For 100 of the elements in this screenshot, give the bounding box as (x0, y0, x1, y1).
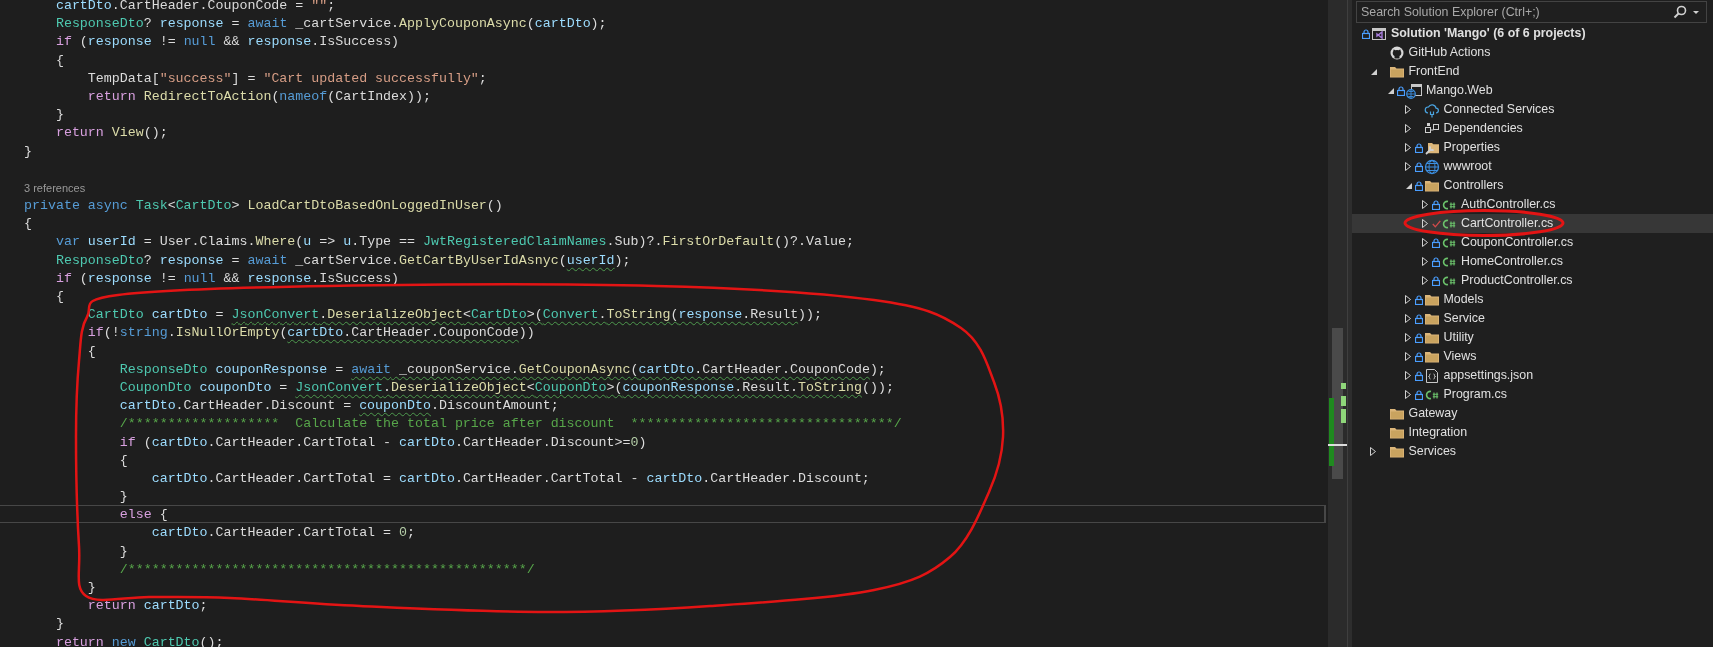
expanded-arrow-icon[interactable] (1404, 181, 1413, 190)
tree-item[interactable]: Dependencies (1352, 119, 1713, 138)
code-line: CartDto cartDto = JsonConvert.DeserializeObject<CartDto>(Convert.ToString(response.Result)); (86, 307, 823, 323)
code-line: return cartDto; (86, 598, 208, 614)
circle-logo-icon (1388, 44, 1405, 61)
tree-item[interactable]: Utility (1352, 328, 1713, 347)
code-line: ResponseDto couponResponse = await _couponService.GetCouponAsync(cartDto.CartHeader.CouponCode); (118, 361, 886, 377)
expand-arrow-icon[interactable] (1404, 162, 1411, 171)
tree-item[interactable]: Views (1352, 347, 1713, 366)
code-line: } (118, 543, 128, 559)
tree-item[interactable]: Program.cs (1352, 385, 1713, 404)
expand-arrow-icon[interactable] (1422, 238, 1428, 247)
expand-arrow-icon[interactable] (1404, 295, 1411, 304)
expand-arrow-icon[interactable] (1404, 371, 1411, 380)
cloud-plug-icon (1423, 101, 1440, 118)
change-marker (1329, 398, 1334, 466)
search-box[interactable]: Search Solution Explorer (Ctrl+;) (1356, 1, 1707, 23)
reference-count[interactable]: 3 references (24, 177, 86, 198)
scrollbar[interactable] (1328, 0, 1347, 647)
code-line: ResponseDto? response = await _cartService.GetCartByUserIdAsnyc(userId); (54, 252, 631, 268)
tree-item[interactable]: Models (1352, 290, 1713, 309)
item-label: Mango.Web (1426, 82, 1493, 99)
code-line: { (54, 52, 64, 68)
expand-arrow-icon[interactable] (1369, 447, 1376, 456)
tree-item[interactable]: ProductController.cs (1352, 271, 1713, 290)
item-label: Views (1443, 348, 1477, 365)
expand-arrow-icon[interactable] (1404, 314, 1411, 323)
item-label: Utility (1443, 329, 1474, 346)
code-line: if (cartDto.CartHeader.CartTotal - cartDto.CartHeader.Discount>=0) (118, 434, 647, 450)
tree-item[interactable]: Connected Services (1352, 100, 1713, 119)
code-line: } (24, 143, 32, 159)
item-label: Properties (1443, 139, 1500, 156)
expand-arrow-icon[interactable] (1404, 390, 1411, 399)
tree-item[interactable]: Services (1352, 442, 1713, 461)
item-label: Solution 'Mango' (6 of 6 projects) (1391, 25, 1586, 42)
expand-arrow-icon[interactable] (1422, 276, 1428, 285)
code-line: { (24, 216, 32, 232)
change-marker (1341, 396, 1346, 406)
braces-file-icon (1423, 367, 1440, 384)
item-label: Models (1443, 291, 1484, 308)
code-line: } (54, 107, 64, 123)
item-label: GitHub Actions (1408, 44, 1491, 61)
item-label: Services (1408, 443, 1456, 460)
search-field[interactable]: Search Solution Explorer (Ctrl+;) (1357, 2, 1673, 22)
expand-arrow-icon[interactable] (1422, 200, 1428, 209)
change-marker (1341, 383, 1346, 389)
item-label: Integration (1408, 424, 1468, 441)
tree-item[interactable]: Properties (1352, 138, 1713, 157)
item-label: ProductController.cs (1461, 272, 1573, 289)
tree-item[interactable]: AuthController.cs (1352, 195, 1713, 214)
code-line: return View(); (54, 125, 168, 141)
item-label: FrontEnd (1408, 63, 1460, 80)
expand-arrow-icon[interactable] (1404, 143, 1411, 152)
tree-item[interactable]: GitHub Actions (1352, 43, 1713, 62)
globe-icon (1423, 158, 1440, 175)
code-line: cartDto.CartHeader.CartTotal = cartDto.CartHeader.CartTotal - cartDto.CartHeader.Discount; (150, 470, 870, 486)
tree-item[interactable]: Solution 'Mango' (6 of 6 projects) (1352, 24, 1713, 43)
code-line: } (54, 616, 64, 632)
tree-item[interactable]: CouponController.cs (1352, 233, 1713, 252)
item-label: Controllers (1443, 177, 1504, 194)
code-line: if(!string.IsNullOrEmpty(cartDto.CartHeader.CouponCode)) (86, 325, 535, 341)
tree-item[interactable]: Controllers (1352, 176, 1713, 195)
code-line: if (response != null && response.IsSuccess) (54, 270, 400, 286)
tree-item[interactable]: CartController.cs (1352, 214, 1713, 233)
tree-item[interactable]: wwwroot (1352, 157, 1713, 176)
expand-arrow-icon[interactable] (1404, 352, 1411, 361)
tree-item[interactable]: HomeController.cs (1352, 252, 1713, 271)
solution-icon (1371, 25, 1387, 42)
expand-arrow-icon[interactable] (1422, 257, 1428, 266)
item-label: Program.cs (1443, 386, 1507, 403)
tree-item[interactable]: Mango.Web (1352, 81, 1713, 100)
item-label: HomeController.cs (1461, 253, 1563, 270)
code-line: cartDto.CartHeader.CouponCode = ""; (54, 0, 336, 13)
tree-item[interactable]: appsettings.json (1352, 366, 1713, 385)
item-label: appsettings.json (1443, 367, 1534, 384)
tree-item[interactable]: Integration (1352, 423, 1713, 442)
expand-arrow-icon[interactable] (1404, 105, 1411, 114)
expanded-arrow-icon[interactable] (1369, 67, 1378, 76)
caret-position-marker (1328, 444, 1347, 446)
item-label: CartController.cs (1461, 215, 1554, 232)
expand-arrow-icon[interactable] (1404, 333, 1411, 342)
expand-arrow-icon[interactable] (1404, 124, 1411, 133)
code-line: TempData["success"] = "Cart updated successfully"; (86, 70, 487, 86)
code-line: var userId = User.Claims.Where(u => u.Type == JwtRegisteredClaimNames.Sub)?.FirstOrDefault()?.Value; (54, 234, 854, 250)
code-line: else { (118, 507, 168, 523)
expand-arrow-icon[interactable] (1422, 219, 1428, 228)
search-icon (1673, 5, 1687, 19)
code-line: { (118, 452, 128, 468)
tree-item[interactable]: Service (1352, 309, 1713, 328)
item-label: Connected Services (1443, 101, 1555, 118)
code-line: if (response != null && response.IsSuccess) (54, 34, 400, 50)
code-line: /**************************************************/ (118, 561, 535, 577)
item-label: CouponController.cs (1461, 234, 1574, 251)
code-line: CouponDto couponDto = JsonConvert.DeserializeObject<CouponDto>(couponResponse.Result.ToString()); (118, 379, 894, 395)
expanded-arrow-icon[interactable] (1387, 86, 1395, 95)
tree-item[interactable]: FrontEnd (1352, 62, 1713, 81)
item-label: Service (1443, 310, 1485, 327)
item-label: Dependencies (1443, 120, 1523, 137)
code-line: { (86, 343, 96, 359)
tree-item[interactable]: Gateway (1352, 404, 1713, 423)
